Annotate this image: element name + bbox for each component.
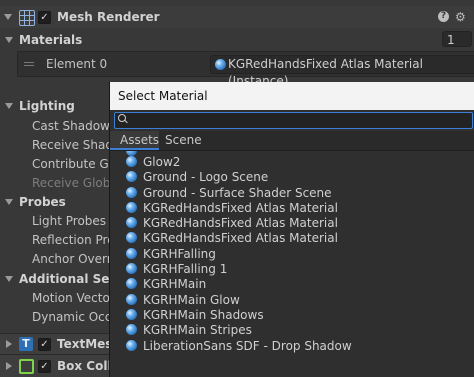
expand-arrow-icon[interactable] [6,362,12,370]
list-item-label: Glow2 [143,155,181,169]
search-icon [118,114,128,124]
materials-size-field[interactable]: 1 [442,31,472,47]
material-sphere-icon [126,324,137,335]
material-sphere-icon [126,278,137,289]
search-input[interactable] [114,112,473,129]
field-label: Receive Shado [32,138,121,152]
material-sphere-icon [126,263,137,274]
list-item-label: KGRHMain Shadows [143,308,264,322]
drag-handle-icon[interactable] [24,62,34,63]
material-sphere-icon [126,309,137,320]
collapse-arrow-icon[interactable] [5,37,13,43]
list-item-label: KGRHMain Glow [143,293,240,307]
field-label: Cast Shadows [32,119,117,133]
list-item-label: KGRedHandsFixed Atlas Material [143,201,338,215]
window-title-bar[interactable]: Select Material [110,82,474,110]
collapse-arrow-icon[interactable] [5,276,13,282]
material-sphere-icon [126,202,137,213]
material-sphere-icon [126,340,137,351]
material-list: Glow2 Ground - Logo Scene Ground - Surfa… [110,151,474,377]
field-label: Receive Globa [32,176,118,190]
component-enabled-checkbox[interactable]: ✓ [38,338,51,351]
collapse-arrow-icon[interactable] [4,14,12,20]
collapse-arrow-icon[interactable] [5,103,13,109]
field-label: Contribute Glo [32,157,120,171]
list-item-label: KGRHMain [143,277,207,291]
window-title: Select Material [118,89,208,103]
collapse-arrow-icon[interactable] [5,199,13,205]
lighting-label: Lighting [19,99,75,113]
component-enabled-checkbox[interactable]: ✓ [38,360,51,373]
materials-label: Materials [19,33,83,47]
component-title: Mesh Renderer [57,10,160,24]
field-label: Motion Vectors [32,291,121,305]
materials-foldout[interactable]: Materials 1 [0,30,474,50]
material-sphere-icon [126,187,137,198]
material-sphere-icon [126,156,137,167]
probes-label: Probes [19,195,66,209]
list-item-label: KGRHFalling [143,247,216,261]
material-object-field[interactable]: KGRedHandsFixed Atlas Material (Instance… [210,55,474,88]
select-material-window: Select Material Assets Scene Glow2 Groun… [109,82,474,377]
tab-assets[interactable]: Assets [110,131,159,150]
list-item-label: LiberationSans SDF - Drop Shadow [143,339,352,353]
element-label: Element 0 [46,57,108,71]
material-sphere-icon [126,294,137,305]
mesh-renderer-icon [19,10,35,26]
material-sphere-icon [126,248,137,259]
asset-scene-tabs: Assets Scene [110,131,474,151]
list-item-label: Ground - Surface Shader Scene [143,186,332,200]
list-item-label: KGRHMain Stripes [143,323,252,337]
box-collider-icon [19,359,34,374]
mesh-renderer-header[interactable]: ✓ Mesh Renderer ? ⚙ [0,6,474,28]
field-label: Reflection Prol [32,233,118,247]
help-icon[interactable]: ? [438,11,449,22]
materials-list: Element 0 KGRedHandsFixed Atlas Material… [17,51,474,88]
expand-arrow-icon[interactable] [6,340,12,348]
settings-icon[interactable]: ⚙ [455,6,466,28]
list-item-label: KGRedHandsFixed Atlas Material [143,231,338,245]
tab-scene[interactable]: Scene [165,131,202,150]
material-sphere-icon [126,217,137,228]
list-item-label: KGRHFalling 1 [143,262,228,276]
component-enabled-checkbox[interactable]: ✓ [38,11,51,24]
material-sphere-icon [215,59,226,70]
material-sphere-icon [126,171,137,182]
field-label: Light Probes [32,214,107,228]
text-mesh-icon: T [19,337,33,351]
material-sphere-icon [126,232,137,243]
list-item-label: Ground - Logo Scene [143,170,269,184]
list-item-label: KGRedHandsFixed Atlas Material [143,216,338,230]
